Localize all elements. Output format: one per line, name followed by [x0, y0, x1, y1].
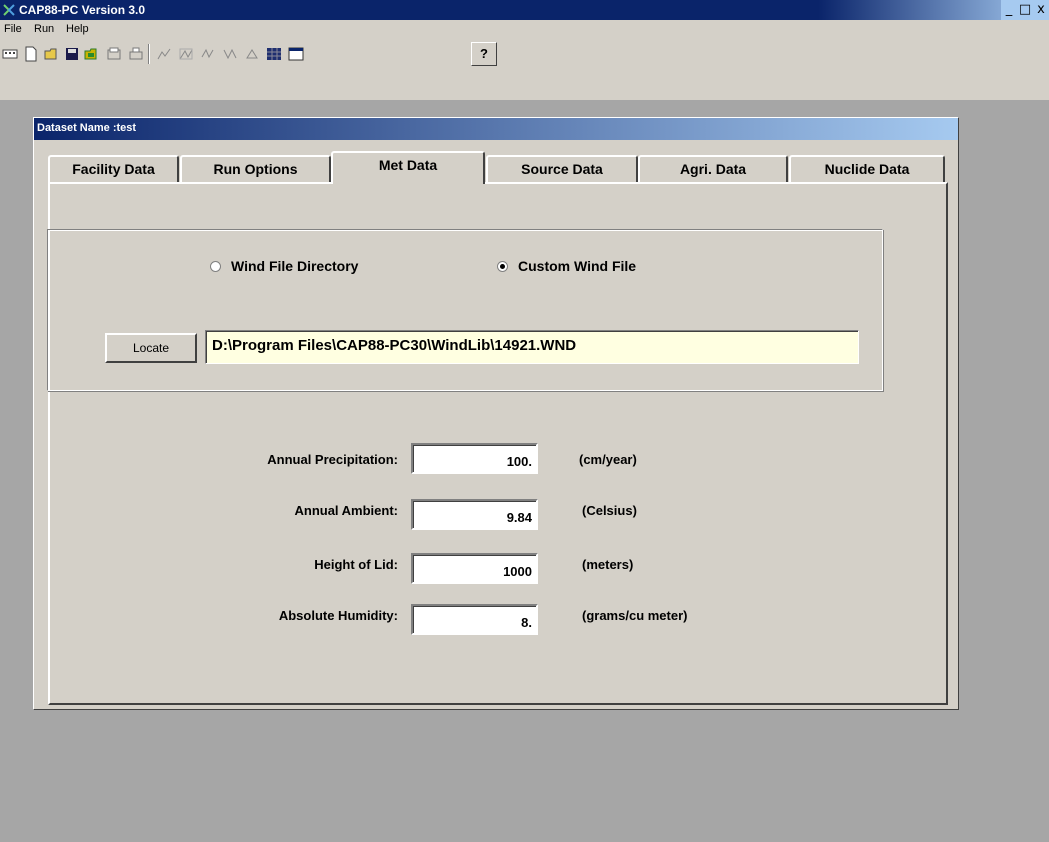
open-folder-icon[interactable]	[42, 44, 62, 64]
radio-off-icon	[210, 260, 221, 272]
window-icon[interactable]	[286, 44, 306, 64]
menu-file[interactable]: File	[4, 23, 22, 35]
app-title: CAP88-PC Version 3.0	[19, 3, 146, 17]
menu-run[interactable]: Run	[34, 23, 54, 35]
height-of-lid-input[interactable]: 1000	[411, 553, 538, 584]
annual-ambient-label: Annual Ambient:	[294, 503, 398, 518]
open-dataset-icon[interactable]	[82, 44, 102, 64]
app-title-bar: CAP88-PC Version 3.0 _ □ x	[0, 0, 1049, 20]
locate-button[interactable]: Locate	[105, 333, 197, 363]
chart-wind-icon[interactable]	[198, 44, 218, 64]
wind-file-path-field[interactable]: D:\Program Files\CAP88-PC30\WindLib\1492…	[205, 330, 859, 364]
new-file-icon[interactable]	[21, 44, 41, 64]
dataset-title: Dataset Name :test	[37, 122, 137, 134]
help-button[interactable]: ?	[471, 42, 497, 66]
chart-graph-icon[interactable]	[154, 44, 174, 64]
menu-help[interactable]: Help	[66, 23, 89, 35]
app-icon	[3, 4, 15, 16]
annual-precipitation-label: Annual Precipitation:	[267, 452, 398, 467]
window-controls: _ □ x	[1001, 0, 1049, 20]
chart-risk-icon[interactable]	[242, 44, 262, 64]
dataset-title-bar: Dataset Name :test	[34, 118, 958, 140]
lid-unit: (meters)	[582, 557, 634, 572]
height-of-lid-label: Height of Lid:	[314, 557, 398, 572]
maximize-button[interactable]: □	[1017, 0, 1033, 20]
tab-agri-data[interactable]: Agri. Data	[638, 155, 788, 183]
print-preview-icon[interactable]	[104, 44, 124, 64]
tab-nuclide-data[interactable]: Nuclide Data	[789, 155, 945, 183]
minimize-button[interactable]: _	[1001, 0, 1017, 20]
radio-on-icon	[497, 260, 508, 272]
ambient-unit: (Celsius)	[582, 503, 637, 518]
grid-report-icon[interactable]	[264, 44, 284, 64]
tab-source-data[interactable]: Source Data	[486, 155, 638, 183]
tab-met-data[interactable]: Met Data	[331, 151, 485, 184]
precipitation-unit: (cm/year)	[579, 452, 637, 467]
wind-file-directory-radio[interactable]: Wind File Directory	[210, 258, 358, 274]
toolbar-separator	[148, 44, 150, 64]
keyboard-icon[interactable]	[0, 44, 20, 64]
custom-wind-file-label: Custom Wind File	[518, 258, 637, 274]
wind-file-group	[47, 229, 883, 391]
tab-facility-data[interactable]: Facility Data	[48, 155, 179, 183]
toolbar: ?	[0, 40, 1049, 100]
menu-bar: File Run Help	[0, 20, 1049, 40]
print-icon[interactable]	[126, 44, 146, 64]
humidity-unit: (grams/cu meter)	[582, 608, 688, 623]
chart-dose-icon[interactable]	[220, 44, 240, 64]
wind-file-directory-label: Wind File Directory	[231, 258, 359, 274]
save-icon[interactable]	[62, 44, 82, 64]
annual-precipitation-input[interactable]: 100.	[411, 443, 538, 474]
chart-scatter-icon[interactable]	[176, 44, 196, 64]
custom-wind-file-radio[interactable]: Custom Wind File	[497, 258, 636, 274]
close-button[interactable]: x	[1033, 0, 1049, 20]
absolute-humidity-input[interactable]: 8.	[411, 604, 538, 635]
tab-run-options[interactable]: Run Options	[180, 155, 331, 183]
absolute-humidity-label: Absolute Humidity:	[278, 608, 398, 623]
annual-ambient-input[interactable]: 9.84	[411, 499, 538, 530]
